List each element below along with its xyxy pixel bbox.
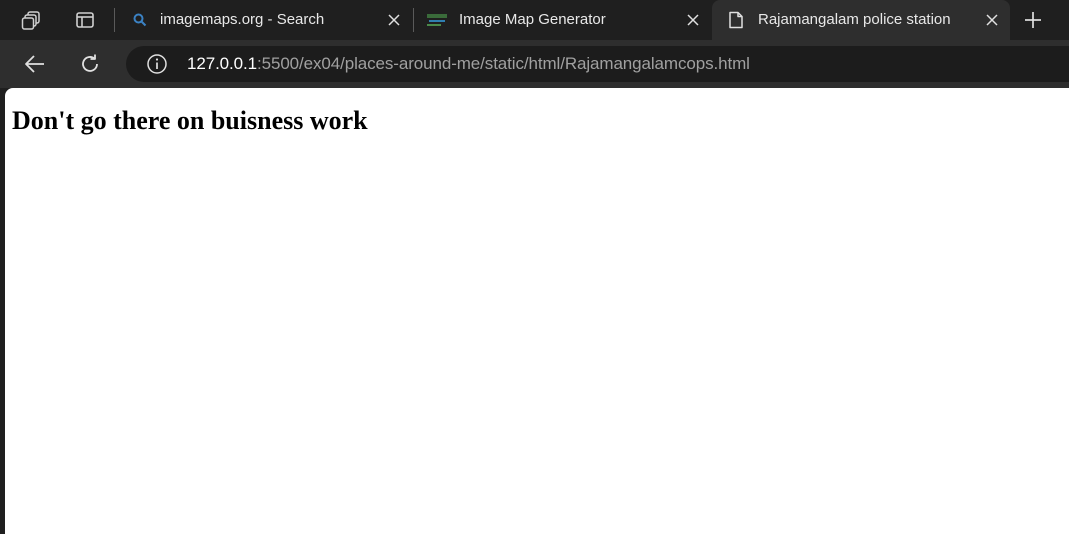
tab-rajamangalam-police-station[interactable]: Rajamangalam police station (712, 0, 1010, 40)
close-tab-icon[interactable] (683, 10, 703, 30)
address-bar[interactable]: 127.0.0.1:5500/ex04/places-around-me/sta… (126, 46, 1069, 82)
tab-separator (413, 8, 414, 32)
refresh-icon[interactable] (74, 48, 106, 80)
document-icon (726, 10, 746, 30)
close-tab-icon[interactable] (384, 10, 404, 30)
new-tab-icon[interactable] (1018, 5, 1048, 35)
address-url[interactable]: 127.0.0.1:5500/ex04/places-around-me/sta… (187, 54, 750, 74)
workspaces-icon[interactable] (17, 5, 47, 35)
back-icon[interactable] (19, 48, 51, 80)
tab-title: Image Map Generator (459, 11, 606, 28)
tab-actions-icon[interactable] (70, 5, 100, 35)
close-tab-icon[interactable] (982, 10, 1002, 30)
browser-toolbar: 127.0.0.1:5500/ex04/places-around-me/sta… (0, 40, 1069, 88)
page-content: Don't go there on buisness work (5, 88, 1069, 534)
tab-title: Rajamangalam police station (758, 11, 951, 28)
tab-strip: imagemaps.org - Search Image Map Generat… (0, 0, 1069, 40)
tab-image-map-generator[interactable]: Image Map Generator (415, 0, 711, 40)
tab-title: imagemaps.org - Search (160, 11, 325, 28)
url-host: 127.0.0.1 (187, 54, 257, 73)
url-path: :5500/ex04/places-around-me/static/html/… (257, 54, 750, 73)
site-info-icon[interactable] (146, 53, 168, 75)
page-heading: Don't go there on buisness work (12, 106, 368, 135)
tab-separator (114, 8, 115, 32)
tab-imagemaps-search[interactable]: imagemaps.org - Search (116, 0, 412, 40)
search-icon (130, 10, 150, 30)
imagemaps-logo-icon (425, 10, 449, 30)
